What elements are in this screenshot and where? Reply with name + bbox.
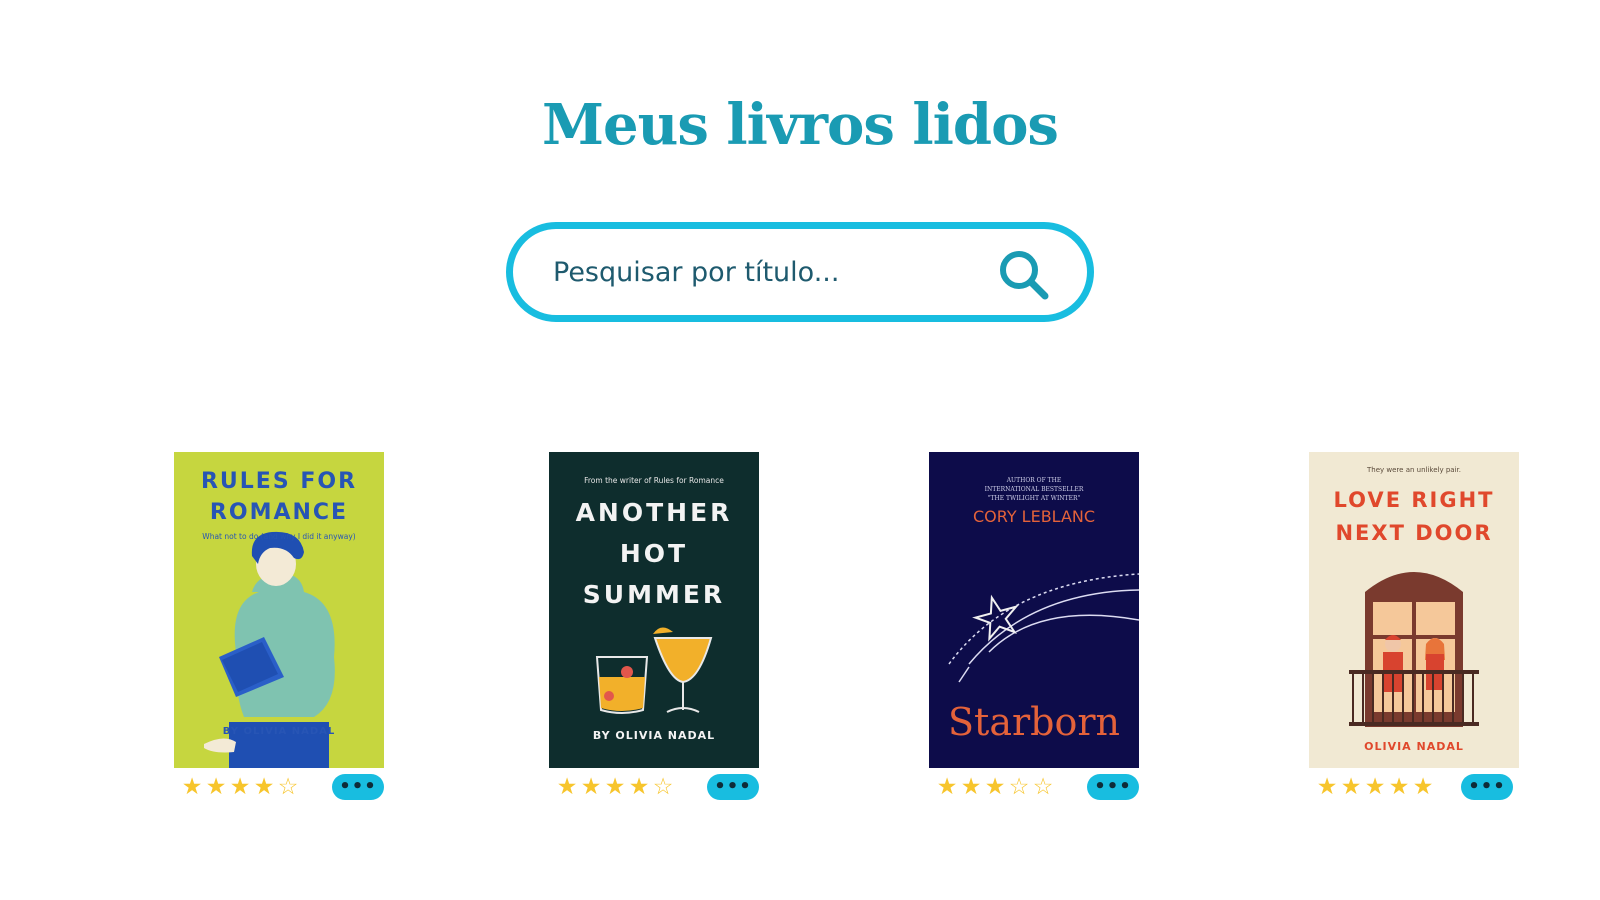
- star-rating: ★ ★ ★ ☆ ☆: [935, 774, 1055, 800]
- star-filled-icon: ★: [628, 774, 650, 800]
- book-card: They were an unlikely pair. LOVE RIGHT N…: [1309, 452, 1519, 804]
- star-empty-icon: ☆: [1008, 774, 1030, 800]
- star-filled-icon: ★: [1340, 774, 1362, 800]
- search-input[interactable]: [553, 251, 983, 293]
- star-filled-icon: ★: [936, 774, 958, 800]
- cover-kicker: AUTHOR OF THE INTERNATIONAL BESTSELLER "…: [984, 477, 1084, 502]
- star-empty-icon: ☆: [1032, 774, 1054, 800]
- star-filled-icon: ★: [960, 774, 982, 800]
- star-filled-icon: ★: [984, 774, 1006, 800]
- more-options-button[interactable]: •••: [1087, 774, 1139, 800]
- page-title: Meus livros lidos: [542, 92, 1059, 158]
- cover-kicker: They were an unlikely pair.: [1367, 466, 1461, 474]
- book-cover[interactable]: From the writer of Rules for Romance ANO…: [549, 452, 759, 768]
- star-filled-icon: ★: [1412, 774, 1434, 800]
- star-filled-icon: ★: [229, 774, 251, 800]
- book-card: From the writer of Rules for Romance ANO…: [549, 452, 759, 804]
- cover-title: Starborn: [948, 700, 1120, 744]
- book-cover[interactable]: They were an unlikely pair. LOVE RIGHT N…: [1309, 452, 1519, 768]
- cover-kicker: From the writer of Rules for Romance: [584, 476, 724, 485]
- cover-author: BY OLIVIA NADAL: [592, 729, 716, 742]
- more-options-button[interactable]: •••: [707, 774, 759, 800]
- star-filled-icon: ★: [1364, 774, 1386, 800]
- star-empty-icon: ☆: [652, 774, 674, 800]
- cover-title: ANOTHER HOT SUMMER: [575, 498, 733, 609]
- cover-author: CORY LEBLANC: [972, 507, 1096, 526]
- cover-title: LOVE RIGHT NEXT DOOR: [1333, 488, 1495, 545]
- star-filled-icon: ★: [253, 774, 275, 800]
- star-filled-icon: ★: [604, 774, 626, 800]
- star-filled-icon: ★: [556, 774, 578, 800]
- book-cover[interactable]: AUTHOR OF THE INTERNATIONAL BESTSELLER "…: [929, 452, 1139, 768]
- star-filled-icon: ★: [1388, 774, 1410, 800]
- cover-author: OLIVIA NADAL: [1364, 740, 1464, 753]
- search-icon[interactable]: [995, 247, 1053, 303]
- book-card: AUTHOR OF THE INTERNATIONAL BESTSELLER "…: [929, 452, 1139, 804]
- star-rating: ★ ★ ★ ★ ★: [1315, 774, 1435, 800]
- star-filled-icon: ★: [1316, 774, 1338, 800]
- star-filled-icon: ★: [580, 774, 602, 800]
- search-bar: [506, 222, 1094, 322]
- book-card: RULES FOR ROMANCE What not to do (and wh…: [174, 452, 384, 804]
- star-filled-icon: ★: [205, 774, 227, 800]
- cover-author: BY OLIVIA NADAL: [222, 726, 336, 737]
- more-options-button[interactable]: •••: [332, 774, 384, 800]
- star-empty-icon: ☆: [277, 774, 299, 800]
- star-filled-icon: ★: [181, 774, 203, 800]
- cover-tagline: What not to do (and why I did it anyway): [202, 532, 356, 541]
- star-rating: ★ ★ ★ ★ ☆: [180, 774, 300, 800]
- cover-title: RULES FOR ROMANCE: [200, 469, 358, 525]
- book-cover[interactable]: RULES FOR ROMANCE What not to do (and wh…: [174, 452, 384, 768]
- star-rating: ★ ★ ★ ★ ☆: [555, 774, 675, 800]
- more-options-button[interactable]: •••: [1461, 774, 1513, 800]
